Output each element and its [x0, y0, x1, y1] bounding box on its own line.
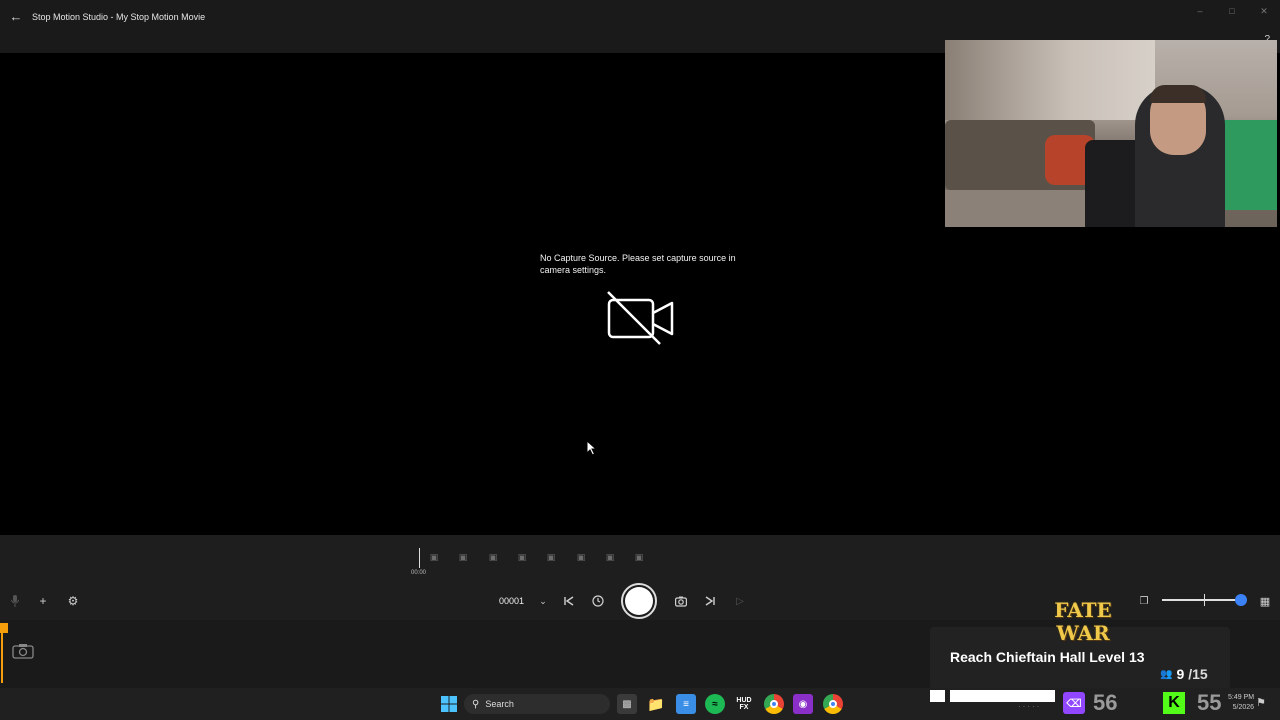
task-view-icon[interactable]: ▩ — [617, 694, 637, 714]
close-button[interactable]: ✕ — [1248, 0, 1280, 22]
empty-frame-slot-icon[interactable]: ▣ — [544, 551, 558, 563]
camera-off-icon — [604, 290, 676, 351]
mouse-cursor-icon — [586, 439, 598, 461]
file-explorer-icon[interactable]: 📁 — [646, 694, 666, 714]
microphone-icon[interactable] — [8, 592, 22, 610]
fate-war-logo: FATE WAR — [1054, 598, 1112, 645]
taskbar-clock[interactable]: 5:49 PM 5/2026 — [1228, 693, 1254, 713]
add-icon[interactable]: + — [36, 592, 50, 610]
kick-icon: K — [1163, 692, 1185, 714]
chrome-profile-icon[interactable] — [823, 694, 843, 714]
notepad-icon[interactable]: ≡ — [676, 694, 696, 714]
frame-marker-tag[interactable] — [0, 623, 8, 633]
people-icon: 👥 — [1160, 668, 1173, 680]
empty-frame-slot-icon[interactable]: ▣ — [574, 551, 588, 563]
empty-frame-slot-icon[interactable]: ▣ — [603, 551, 617, 563]
empty-frame-slot-icon[interactable]: ▣ — [632, 551, 646, 563]
playhead[interactable] — [419, 548, 420, 568]
minimize-button[interactable]: – — [1184, 0, 1216, 22]
arrow-left-icon: ← — [9, 9, 23, 24]
no-capture-message: No Capture Source. Please set capture so… — [540, 253, 736, 275]
kick-viewer-count: 55 — [1197, 690, 1222, 715]
spotify-icon[interactable]: ≈ — [705, 694, 725, 714]
windows-start-icon[interactable] — [439, 694, 459, 714]
zoom-slider-tick — [1204, 594, 1205, 606]
taskbar-search[interactable]: ⚲ Search — [464, 694, 610, 714]
goal-count: 👥 9/15 — [1160, 666, 1208, 682]
empty-frame-slot-icon[interactable]: ▣ — [456, 551, 470, 563]
chevron-down-icon[interactable]: ⌄ — [536, 592, 550, 610]
timer-icon[interactable] — [591, 592, 605, 610]
timeline-time: 00:00 — [411, 570, 427, 576]
empty-frame-slot-icon[interactable]: ▣ — [486, 551, 500, 563]
play-icon[interactable]: ▷ — [733, 592, 747, 610]
camera-icon[interactable] — [12, 643, 34, 661]
window-controls: – □ ✕ — [1184, 0, 1280, 22]
taskbar — [0, 688, 1280, 720]
twitch-viewer-count: 56 — [1093, 690, 1118, 715]
grid-icon[interactable]: ▦ — [1258, 592, 1272, 610]
overlay-icon[interactable]: ❐ — [1137, 592, 1151, 610]
frame-counter: 00001 — [499, 596, 525, 606]
gear-icon[interactable]: ⚙ — [65, 592, 81, 610]
empty-frame-slot-icon[interactable]: ▣ — [427, 551, 441, 563]
progress-dots: ····· — [1018, 702, 1042, 711]
capture-shutter-button[interactable] — [621, 583, 657, 619]
empty-frame-slot-icon[interactable]: ▣ — [515, 551, 529, 563]
notification-bell-icon[interactable]: ⚑ — [1256, 696, 1266, 709]
chrome-icon[interactable] — [764, 694, 784, 714]
skip-to-end-icon[interactable] — [703, 592, 717, 610]
search-icon: ⚲ — [472, 698, 480, 710]
skip-to-start-icon[interactable] — [562, 592, 576, 610]
webcam-overlay — [945, 40, 1277, 227]
camera-settings-icon[interactable] — [673, 592, 689, 610]
goal-text: Reach Chieftain Hall Level 13 — [950, 649, 1145, 665]
maximize-button[interactable]: □ — [1216, 0, 1248, 22]
back-button[interactable]: ← — [0, 0, 32, 33]
hudfx-icon[interactable]: HUD FX — [734, 694, 754, 714]
window-title: Stop Motion Studio - My Stop Motion Movi… — [32, 11, 206, 22]
app-icon[interactable]: ◉ — [793, 694, 813, 714]
zoom-slider-knob[interactable] — [1235, 594, 1247, 606]
twitch-icon: ⌫ — [1063, 692, 1085, 714]
title-bar: ← Stop Motion Studio - My Stop Motion Mo… — [0, 0, 1280, 33]
zoom-slider-fill — [1162, 599, 1236, 601]
